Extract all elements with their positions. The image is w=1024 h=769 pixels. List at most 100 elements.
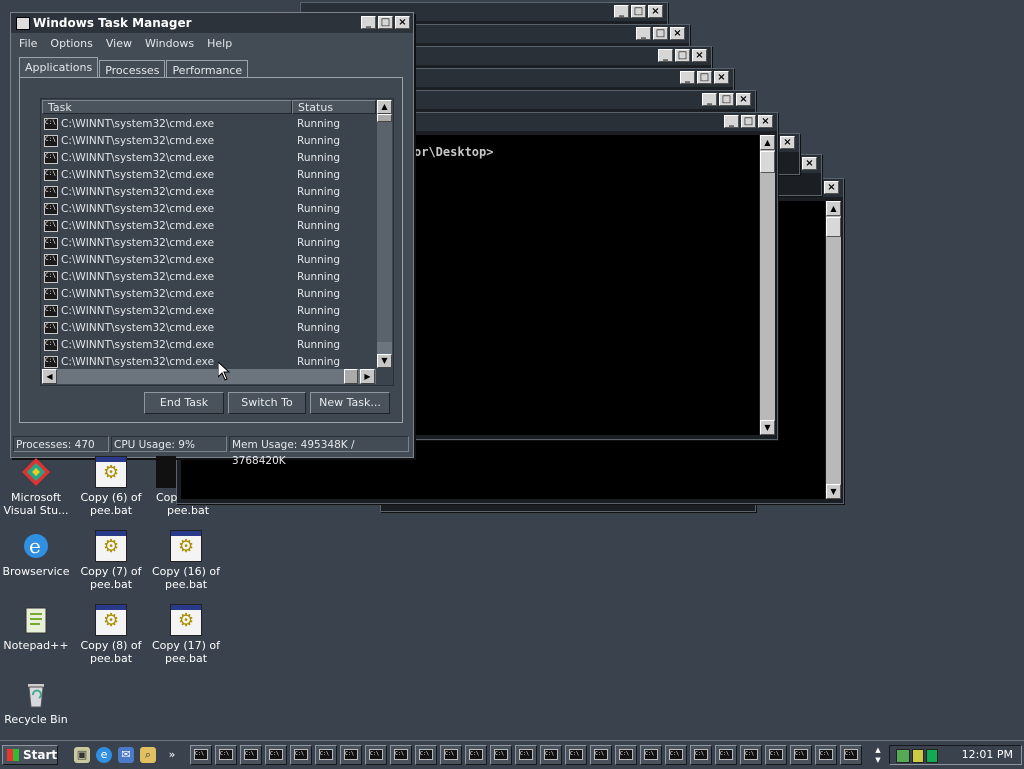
tray-app-icon[interactable] <box>912 749 924 763</box>
taskbar-window-button[interactable]: C:\ <box>490 745 512 765</box>
close-icon[interactable]: × <box>824 181 839 194</box>
scroll-down-icon[interactable]: ▼ <box>377 354 392 368</box>
minimize-icon[interactable]: _ <box>680 71 695 84</box>
taskbar-window-button[interactable]: C:\ <box>740 745 762 765</box>
close-icon[interactable]: × <box>670 27 685 40</box>
maximize-icon[interactable]: □ <box>741 115 756 128</box>
table-row[interactable]: C:\ C:\WINNT\system32\cmd.exe Running <box>42 149 372 166</box>
taskbar-window-button[interactable]: C:\ <box>715 745 737 765</box>
table-row[interactable]: C:\ C:\WINNT\system32\cmd.exe Running <box>42 200 372 217</box>
taskbar-window-button[interactable]: C:\ <box>840 745 862 765</box>
maximize-icon[interactable]: □ <box>675 49 690 62</box>
taskbar-window-button[interactable]: C:\ <box>415 745 437 765</box>
start-button[interactable]: Start <box>2 745 58 765</box>
task-manager-titlebar[interactable]: Windows Task Manager <box>11 13 413 33</box>
taskbar-window-button[interactable]: C:\ <box>590 745 612 765</box>
taskbar-window-button[interactable]: C:\ <box>540 745 562 765</box>
task-manager-tray-icon[interactable] <box>926 749 938 763</box>
table-row[interactable]: C:\ C:\WINNT\system32\cmd.exe Running <box>42 115 372 132</box>
switch-to-button[interactable]: Switch To <box>228 392 306 414</box>
taskbar-window-button[interactable]: C:\ <box>290 745 312 765</box>
table-row[interactable]: C:\ C:\WINNT\system32\cmd.exe Running <box>42 353 372 369</box>
minimize-icon[interactable]: _ <box>702 93 717 106</box>
table-row[interactable]: C:\ C:\WINNT\system32\cmd.exe Running <box>42 302 372 319</box>
scroll-up-icon[interactable]: ▲ <box>826 201 841 216</box>
close-icon[interactable]: × <box>714 71 729 84</box>
show-desktop-icon[interactable]: ▣ <box>74 747 90 763</box>
taskbar-window-button[interactable]: C:\ <box>640 745 662 765</box>
internet-explorer-icon[interactable]: e <box>96 747 112 763</box>
maximize-icon[interactable]: □ <box>719 93 734 106</box>
scroll-track[interactable] <box>377 120 392 342</box>
task-list[interactable]: Task Status C:\ C:\WINNT\system32\cmd.exe… <box>40 98 394 386</box>
new-task-button[interactable]: New Task... <box>310 392 390 414</box>
taskbar-window-button[interactable]: C:\ <box>365 745 387 765</box>
search-icon[interactable]: ⌕ <box>140 747 156 763</box>
table-row[interactable]: C:\ C:\WINNT\system32\cmd.exe Running <box>42 285 372 302</box>
table-row[interactable]: C:\ C:\WINNT\system32\cmd.exe Running <box>42 251 372 268</box>
console-window-front[interactable]: _ □ × ▲ ▼ <box>400 112 778 440</box>
maximize-icon[interactable]: □ <box>697 71 712 84</box>
clock[interactable]: 12:01 PM <box>962 746 1013 764</box>
menu-windows[interactable]: Windows <box>145 35 194 53</box>
maximize-icon[interactable]: □ <box>653 27 668 40</box>
scroll-down-icon[interactable]: ▼ <box>826 484 841 499</box>
taskbar-window-button[interactable]: C:\ <box>690 745 712 765</box>
console-titlebar[interactable] <box>361 69 733 87</box>
chevron-right-icon[interactable]: » <box>164 747 180 763</box>
taskbar-window-button[interactable]: C:\ <box>515 745 537 765</box>
taskbar-window-button[interactable]: C:\ <box>815 745 837 765</box>
table-row[interactable]: C:\ C:\WINNT\system32\cmd.exe Running <box>42 268 372 285</box>
desktop-icon-browservice[interactable]: e Browservice <box>0 530 72 578</box>
close-icon[interactable]: × <box>692 49 707 62</box>
task-manager-window[interactable]: Windows Task Manager _ □ × File Options … <box>10 12 414 467</box>
task-list-vscrollbar[interactable]: ▲ ▼ <box>377 100 392 368</box>
menu-options[interactable]: Options <box>50 35 92 53</box>
maximize-icon[interactable]: □ <box>378 16 393 29</box>
menu-help[interactable]: Help <box>207 35 232 53</box>
table-row[interactable]: C:\ C:\WINNT\system32\cmd.exe Running <box>42 166 372 183</box>
taskbar-window-button[interactable]: C:\ <box>790 745 812 765</box>
taskbar-window-button[interactable]: C:\ <box>615 745 637 765</box>
taskbar-scroll-arrows-icon[interactable]: ▲ ▼ <box>872 745 884 765</box>
console-scrollbar[interactable]: ▲ ▼ <box>826 201 841 499</box>
desktop-icon-visual-studio[interactable]: Microsoft Visual Stu... <box>0 456 72 517</box>
taskbar-window-button[interactable]: C:\ <box>265 745 287 765</box>
scroll-thumb[interactable] <box>760 151 775 173</box>
desktop-icon-recycle-bin[interactable]: Recycle Bin <box>0 678 72 726</box>
scroll-thumb[interactable] <box>344 369 358 384</box>
minimize-icon[interactable]: _ <box>614 5 629 18</box>
end-task-button[interactable]: End Task <box>144 392 224 414</box>
taskbar-window-button[interactable]: C:\ <box>390 745 412 765</box>
desktop-icon-copy-16-pee[interactable]: Copy (16) of pee.bat <box>150 530 222 591</box>
desktop-icon-copy-pee-partial[interactable]: Cop pee.bat <box>150 456 222 517</box>
network-icon[interactable] <box>896 749 910 763</box>
column-header-task[interactable]: Task <box>42 100 292 114</box>
taskbar-window-button[interactable]: C:\ <box>765 745 787 765</box>
close-icon[interactable]: × <box>758 115 773 128</box>
desktop-icon-copy-7-pee[interactable]: Copy (7) of pee.bat <box>75 530 147 591</box>
minimize-icon[interactable]: _ <box>658 49 673 62</box>
taskbar-window-button[interactable]: C:\ <box>240 745 262 765</box>
close-icon[interactable]: × <box>736 93 751 106</box>
desktop-icon-notepad-plus[interactable]: Notepad++ <box>0 604 72 652</box>
menu-file[interactable]: File <box>19 35 37 53</box>
table-row[interactable]: C:\ C:\WINNT\system32\cmd.exe Running <box>42 132 372 149</box>
minimize-icon[interactable]: _ <box>724 115 739 128</box>
close-icon[interactable]: × <box>395 16 410 29</box>
close-icon[interactable]: × <box>780 136 795 149</box>
scroll-right-icon[interactable]: ▶ <box>360 369 375 384</box>
taskbar-window-button[interactable]: C:\ <box>665 745 687 765</box>
desktop-icon-copy-8-pee[interactable]: Copy (8) of pee.bat <box>75 604 147 665</box>
console-body[interactable] <box>405 135 759 435</box>
taskbar-window-button[interactable]: C:\ <box>340 745 362 765</box>
desktop-icon-copy-6-pee[interactable]: Copy (6) of pee.bat <box>75 456 147 517</box>
task-list-hscrollbar[interactable]: ◀ ▶ <box>42 369 376 384</box>
taskbar-window-button[interactable]: C:\ <box>190 745 212 765</box>
table-row[interactable]: C:\ C:\WINNT\system32\cmd.exe Running <box>42 336 372 353</box>
scroll-up-icon[interactable]: ▲ <box>377 100 392 114</box>
minimize-icon[interactable]: _ <box>636 27 651 40</box>
table-row[interactable]: C:\ C:\WINNT\system32\cmd.exe Running <box>42 319 372 336</box>
menu-view[interactable]: View <box>106 35 132 53</box>
taskbar-window-button[interactable]: C:\ <box>440 745 462 765</box>
